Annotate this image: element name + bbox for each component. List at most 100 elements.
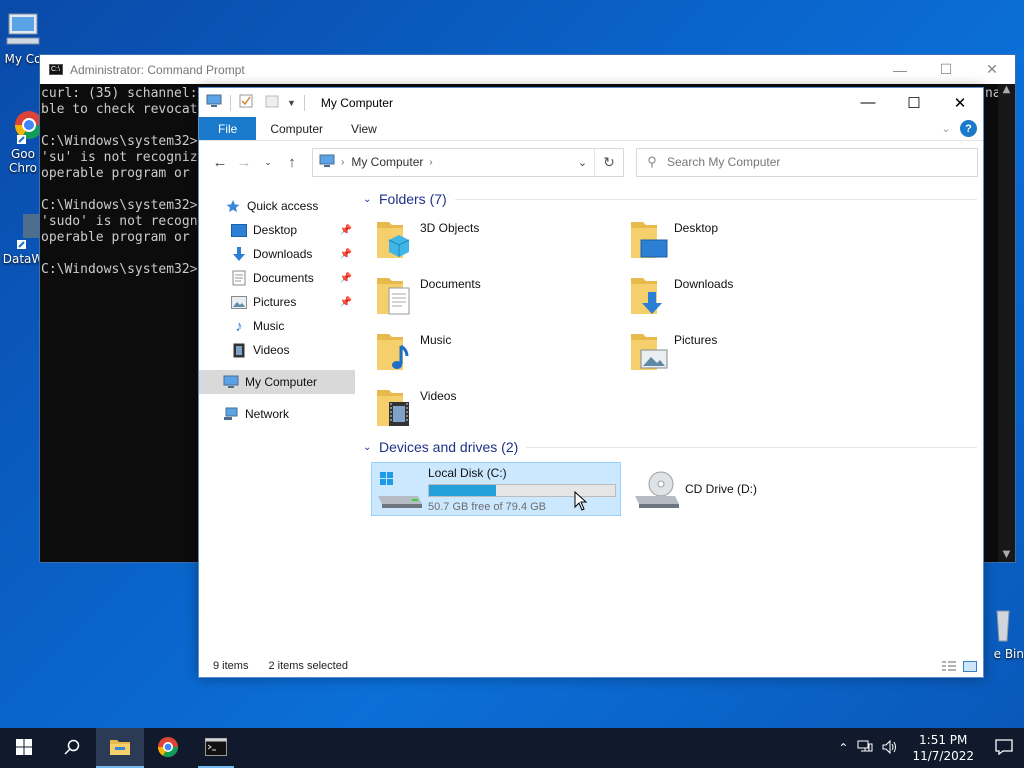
volume-icon[interactable] (882, 739, 898, 757)
forward-arrow-icon[interactable]: → (232, 154, 256, 171)
navigation-pane: Quick access Desktop 📌 Downloads 📌 Docum… (199, 184, 355, 655)
folder-name: 3D Objects (420, 221, 480, 235)
folders-group-header[interactable]: ⌄ Folders (7) (363, 188, 983, 210)
folders-grid: 3D Objects Desktop Documents Downloads M… (373, 210, 983, 434)
clock[interactable]: 1:51 PM 11/7/2022 (912, 732, 974, 764)
folder-item-pictures[interactable]: Pictures (627, 322, 881, 378)
breadcrumb-chevron-icon[interactable]: › (429, 157, 432, 168)
nav-item-videos[interactable]: Videos (199, 338, 355, 362)
music-note-icon: ♪ (235, 317, 243, 335)
explorer-close-button[interactable]: ✕ (937, 88, 983, 117)
scroll-down-icon[interactable]: ▼ (998, 549, 1015, 560)
expand-ribbon-icon[interactable]: ⌄ (934, 117, 958, 140)
folder-item-videos[interactable]: Videos (373, 378, 627, 434)
network-status-icon[interactable] (857, 740, 873, 757)
tab-file[interactable]: File (199, 117, 257, 140)
refresh-icon[interactable]: ↻ (595, 154, 623, 171)
taskbar-command-prompt[interactable] (192, 728, 240, 768)
explorer-minimize-button[interactable]: — (845, 88, 891, 117)
show-hidden-icons-chevron-icon[interactable]: ⌃ (838, 741, 848, 755)
desktop-folder-icon (627, 216, 673, 264)
taskbar-file-explorer[interactable] (96, 728, 144, 768)
folder-name: Desktop (674, 221, 719, 235)
search-icon (64, 739, 80, 758)
breadcrumb-chevron-icon[interactable]: › (341, 157, 344, 168)
back-arrow-icon[interactable]: ← (208, 154, 232, 171)
cmd-title: Administrator: Command Prompt (70, 62, 245, 77)
documents-icon (231, 270, 247, 286)
search-box[interactable]: ⚲ Search My Computer (636, 147, 978, 177)
address-bar[interactable]: › My Computer › ⌄ ↻ (312, 147, 624, 177)
address-dropdown-icon[interactable]: ⌄ (571, 148, 595, 176)
quick-access-toolbar: ▼ (199, 94, 309, 111)
desktop-icon (231, 222, 247, 238)
folder-item-music[interactable]: Music (373, 322, 627, 378)
app-shortcut-icon (3, 210, 43, 250)
nav-label: Pictures (253, 295, 297, 309)
nav-item-downloads[interactable]: Downloads 📌 (199, 242, 355, 266)
recent-locations-icon[interactable]: ⌄ (256, 157, 280, 168)
nav-item-desktop[interactable]: Desktop 📌 (199, 218, 355, 242)
pin-icon[interactable]: 📌 (340, 225, 352, 236)
large-icons-view-icon[interactable] (962, 660, 978, 673)
documents-folder-icon (373, 272, 419, 320)
collapse-chevron-icon[interactable]: ⌄ (363, 194, 377, 205)
search-button[interactable] (48, 728, 96, 768)
pin-icon[interactable]: 📌 (340, 249, 352, 260)
notification-icon (995, 738, 1013, 758)
computer-icon (319, 154, 335, 171)
search-placeholder: Search My Computer (667, 155, 781, 169)
drive-name: Local Disk (C:) (428, 465, 507, 480)
cmd-minimize-button[interactable]: — (877, 55, 923, 84)
details-view-icon[interactable] (941, 660, 957, 673)
group-title: Devices and drives (2) (379, 439, 519, 455)
drive-item-cd-drive-d[interactable]: CD Drive (D:) (629, 462, 879, 516)
cmd-maximize-button[interactable]: ☐ (923, 55, 969, 84)
nav-label: Downloads (253, 247, 313, 261)
new-folder-icon[interactable] (265, 94, 279, 111)
windows-logo-icon (16, 738, 32, 758)
clock-date: 11/7/2022 (912, 749, 974, 763)
nav-item-documents[interactable]: Documents 📌 (199, 266, 355, 290)
folder-item-3d-objects[interactable]: 3D Objects (373, 210, 627, 266)
folder-name: Downloads (674, 277, 734, 291)
nav-label: Videos (253, 343, 290, 357)
folder-item-desktop[interactable]: Desktop (627, 210, 881, 266)
drives-group-header[interactable]: ⌄ Devices and drives (2) (363, 436, 983, 458)
taskbar-chrome[interactable] (144, 728, 192, 768)
tab-computer[interactable]: Computer (256, 117, 337, 140)
nav-my-computer[interactable]: My Computer (199, 370, 355, 394)
folder-item-downloads[interactable]: Downloads (627, 266, 881, 322)
notification-center-button[interactable] (984, 728, 1024, 768)
chrome-shortcut-icon (3, 105, 43, 145)
nav-quick-access[interactable]: Quick access (199, 194, 355, 218)
cmd-scrollbar[interactable]: ▲ ▼ (998, 84, 1015, 562)
pin-icon[interactable]: 📌 (340, 297, 352, 308)
computer-icon (3, 10, 43, 50)
taskbar: ⌃ 1:51 PM 11/7/2022 (0, 728, 1024, 768)
nav-item-pictures[interactable]: Pictures 📌 (199, 290, 355, 314)
folder-item-documents[interactable]: Documents (373, 266, 627, 322)
customize-qat-icon[interactable]: ▼ (287, 98, 296, 108)
item-count: 9 items (213, 660, 249, 672)
help-icon[interactable]: ? (960, 120, 977, 137)
start-button[interactable] (0, 728, 48, 768)
cmd-close-button[interactable]: ✕ (969, 55, 1015, 84)
cmd-title-bar[interactable]: C:\ Administrator: Command Prompt — ☐ ✕ (40, 55, 1015, 84)
drives-list: Local Disk (C:) 50.7 GB free of 79.4 GB … (371, 462, 983, 516)
nav-network[interactable]: Network (199, 402, 355, 426)
hard-drive-icon (376, 466, 426, 512)
pictures-folder-icon (627, 328, 673, 376)
explorer-window[interactable]: ▼ My Computer — ☐ ✕ File Computer View ⌄… (198, 87, 984, 678)
up-arrow-icon[interactable]: ↑ (280, 154, 304, 171)
tab-view[interactable]: View (337, 117, 391, 140)
explorer-title-bar[interactable]: ▼ My Computer — ☐ ✕ (199, 88, 983, 117)
properties-icon[interactable] (239, 94, 253, 111)
pin-icon[interactable]: 📌 (340, 273, 352, 284)
nav-item-music[interactable]: ♪ Music (199, 314, 355, 338)
downloads-folder-icon (627, 272, 673, 320)
explorer-maximize-button[interactable]: ☐ (891, 88, 937, 117)
breadcrumb-my-computer[interactable]: My Computer (351, 155, 423, 169)
scroll-up-icon[interactable]: ▲ (998, 84, 1015, 95)
collapse-chevron-icon[interactable]: ⌄ (363, 442, 377, 453)
